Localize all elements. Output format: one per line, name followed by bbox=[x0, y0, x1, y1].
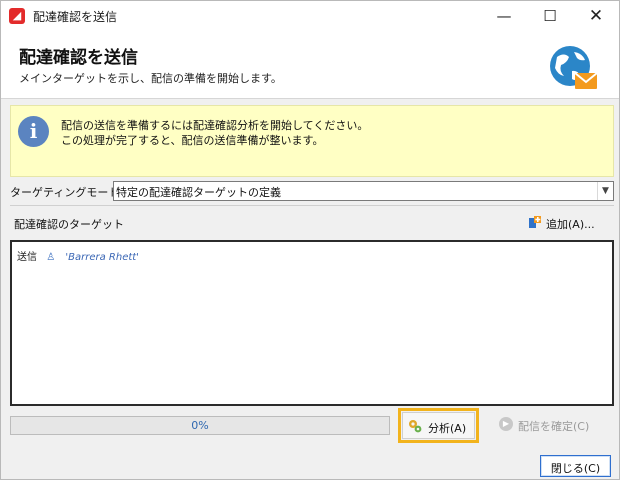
info-icon: i bbox=[18, 116, 49, 147]
list-item[interactable]: 送信 ♙ 'Barrera Rhett' bbox=[17, 248, 139, 263]
close-window-button[interactable]: ✕ bbox=[573, 1, 619, 31]
add-target-button[interactable]: 追加(A)... bbox=[526, 212, 610, 234]
title-bar: ◢ 配達確認を送信 — ☐ ✕ bbox=[1, 1, 619, 31]
analyze-label: 分析(A) bbox=[428, 422, 467, 435]
analyze-button-face[interactable]: 分析(A) bbox=[402, 412, 475, 439]
targets-list[interactable]: 送信 ♙ 'Barrera Rhett' bbox=[10, 240, 614, 406]
play-icon: ▶ bbox=[499, 417, 513, 431]
target-name: 'Barrera Rhett' bbox=[65, 252, 139, 263]
header-title: 配達確認を送信 bbox=[19, 48, 138, 68]
targeting-mode-value: 特定の配達確認ターゲットの定義 bbox=[116, 186, 281, 199]
targets-panel-title: 配達確認のターゲット bbox=[14, 218, 124, 231]
targeting-mode-label: ターゲティングモード: bbox=[10, 186, 124, 199]
dialog-header: 配達確認を送信 メインターゲットを示し、配信の準備を開始します。 bbox=[1, 31, 619, 99]
confirm-delivery-label: 配信を確定(C) bbox=[518, 420, 590, 433]
info-text-line-1: 配信の送信を準備するには配達確認分析を開始してください。 bbox=[61, 119, 369, 132]
header-subtitle: メインターゲットを示し、配信の準備を開始します。 bbox=[19, 72, 282, 85]
minimize-button[interactable]: — bbox=[481, 1, 527, 31]
targets-panel-header: 配達確認のターゲット 追加(A)... bbox=[10, 205, 614, 239]
target-type: 送信 bbox=[17, 252, 37, 263]
window-title: 配達確認を送信 bbox=[33, 10, 118, 24]
analyze-button[interactable]: 分析(A) bbox=[398, 408, 479, 443]
close-label: 閉じる(C) bbox=[550, 462, 601, 475]
close-button[interactable]: 閉じる(C) bbox=[540, 455, 611, 477]
gears-icon bbox=[409, 420, 422, 433]
recipient-icon: ♙ bbox=[46, 252, 56, 263]
progress-text: 0% bbox=[191, 419, 209, 432]
info-message: i 配信の送信を準備するには配達確認分析を開始してください。 この処理が完了する… bbox=[10, 105, 614, 177]
progress-bar: 0% bbox=[10, 416, 390, 435]
chevron-down-icon[interactable]: ▼ bbox=[597, 182, 613, 200]
info-text-line-2: この処理が完了すると、配信の送信準備が整います。 bbox=[61, 134, 324, 147]
adobe-campaign-icon: ◢ bbox=[9, 8, 25, 24]
send-proof-dialog: ◢ 配達確認を送信 — ☐ ✕ 配達確認を送信 メインターゲットを示し、配信の準… bbox=[0, 0, 620, 480]
add-recipient-icon bbox=[529, 216, 541, 228]
add-target-label: 追加(A)... bbox=[546, 218, 595, 231]
maximize-button[interactable]: ☐ bbox=[527, 1, 573, 31]
globe-mail-icon bbox=[550, 46, 598, 89]
targeting-mode-select[interactable]: 特定の配達確認ターゲットの定義 ▼ bbox=[113, 181, 614, 201]
confirm-delivery-button[interactable]: ▶ 配信を確定(C) bbox=[496, 414, 616, 436]
